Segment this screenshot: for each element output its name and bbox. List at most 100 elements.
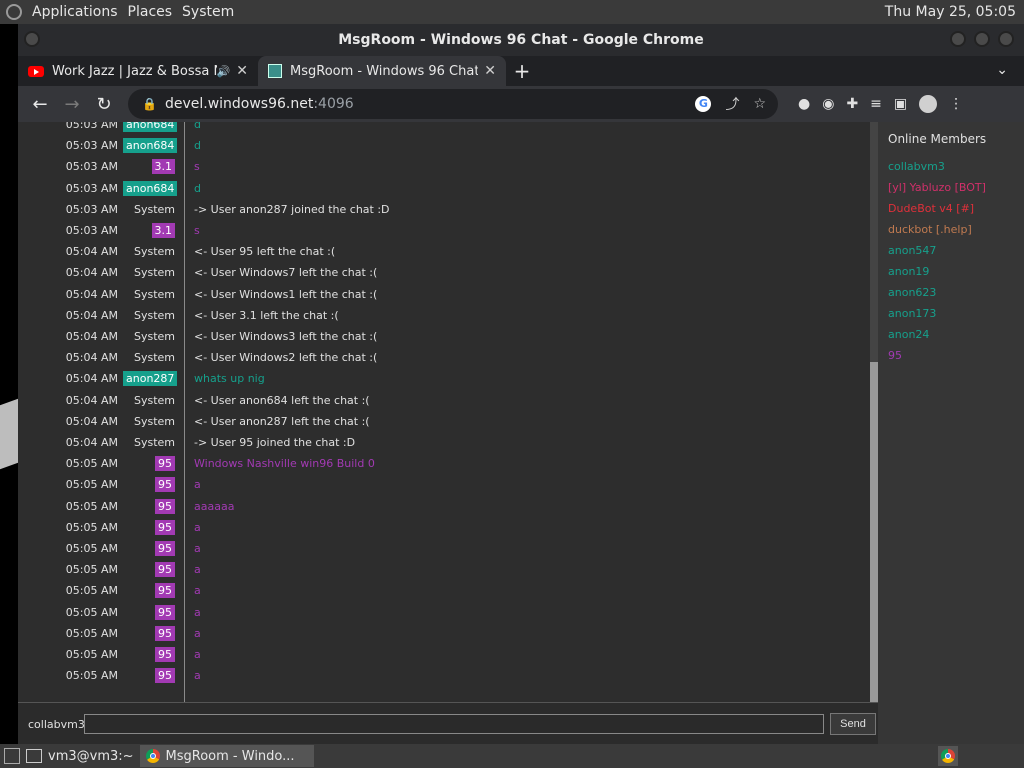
member-item[interactable]: [yl] Yabluzo [BOT] [878, 177, 1024, 198]
message-username[interactable]: System [134, 330, 175, 343]
desktop-menu-system[interactable]: System [182, 4, 234, 20]
side-panel-icon[interactable]: ▣ [894, 96, 907, 112]
window-menu-icon[interactable] [24, 31, 40, 47]
tab-close-icon[interactable]: ✕ [484, 63, 496, 79]
message-username[interactable]: System [134, 436, 175, 449]
message-time: 05:03 AM [65, 181, 118, 195]
message-username[interactable]: 95 [155, 477, 175, 493]
message-text: <- User Windows7 left the chat :( [194, 266, 378, 280]
message-username[interactable]: 95 [155, 456, 175, 472]
tab-search-chevron-icon[interactable]: ⌄ [996, 62, 1008, 78]
show-desktop-icon[interactable] [4, 748, 20, 764]
message-username[interactable]: System [134, 288, 175, 301]
message-username[interactable]: anon287 [123, 371, 178, 387]
mouse-extension-icon[interactable]: ● [798, 96, 810, 112]
member-item[interactable]: anon24 [878, 324, 1024, 345]
message-username[interactable]: System [134, 309, 175, 322]
member-item[interactable]: anon173 [878, 303, 1024, 324]
member-item[interactable]: DudeBot v4 [#] [878, 198, 1024, 219]
member-item[interactable]: collabvm3 [878, 156, 1024, 177]
chat-message: 05:04 AM anon287 whats up nig [18, 368, 870, 389]
message-text: a [194, 669, 201, 683]
message-text: s [194, 224, 200, 237]
gnome-foot-icon[interactable] [6, 4, 22, 20]
forward-arrow-icon[interactable]: → [56, 94, 88, 115]
chat-log[interactable]: 05:03 AM anon684 d 05:03 AM anon684 d 05:03 AM… [18, 122, 870, 702]
message-username[interactable]: 95 [155, 625, 175, 641]
desktop-clock[interactable]: Thu May 25, 05:05 [885, 4, 1016, 20]
tab-label: MsgRoom - Windows 96 Chat [290, 63, 479, 79]
google-lens-icon[interactable]: G [695, 96, 712, 112]
member-item[interactable]: duckbot [.help] [878, 219, 1024, 240]
message-username[interactable]: System [134, 245, 175, 258]
member-item[interactable]: 95 [878, 345, 1024, 366]
tab-work-jazz[interactable]: Work Jazz | Jazz & Bossa N 🔊 ✕ [18, 56, 258, 86]
chrome-icon [941, 749, 955, 763]
chat-scrollbar[interactable] [870, 122, 878, 702]
chat-message: 05:05 AM 95 a [18, 623, 870, 644]
window-titlebar[interactable]: MsgRoom - Windows 96 Chat - Google Chrom… [18, 24, 1024, 56]
send-button[interactable]: Send [830, 713, 876, 735]
message-username[interactable]: anon684 [123, 122, 178, 132]
circle-extension-icon[interactable]: ◉ [822, 96, 834, 112]
message-text: a [194, 520, 201, 534]
media-queue-icon[interactable]: ≡ [870, 96, 882, 112]
message-time: 05:05 AM [65, 626, 118, 640]
msgroom-page: 05:03 AM anon684 d 05:03 AM anon684 d 05:03 AM… [18, 122, 1024, 745]
profile-avatar-icon[interactable] [919, 95, 938, 113]
message-text: <- User Windows3 left the chat :( [194, 330, 378, 343]
reload-icon[interactable]: ↻ [88, 94, 120, 115]
kebab-menu-icon[interactable]: ⋮ [949, 96, 963, 112]
message-text: d [194, 139, 201, 153]
message-username[interactable]: System [134, 415, 175, 428]
desktop-menu-applications[interactable]: Applications [32, 4, 118, 20]
online-members-panel: Online Members collabvm3 [yl] Yabluzo [BO… [878, 122, 1024, 744]
message-username[interactable]: 3.1 [151, 159, 175, 175]
bookmark-star-icon[interactable]: ☆ [753, 96, 766, 112]
message-username[interactable]: 95 [155, 541, 175, 556]
message-username[interactable]: 95 [155, 647, 175, 662]
taskbar-item-terminal[interactable]: vm3@vm3:~ [20, 745, 140, 767]
message-username[interactable]: 3.1 [151, 223, 175, 238]
close-window-icon[interactable] [998, 31, 1014, 47]
message-username[interactable]: 95 [155, 604, 175, 620]
minimize-icon[interactable] [950, 31, 966, 47]
message-username[interactable]: 95 [155, 562, 175, 578]
chat-message: 05:03 AM 3.1 s [18, 156, 870, 177]
taskbar-item-chrome[interactable]: MsgRoom - Windo... [139, 745, 314, 767]
share-icon[interactable]: ⤴ [725, 94, 739, 114]
back-arrow-icon[interactable]: ← [24, 94, 56, 115]
desktop-menus: Applications Places System [22, 4, 234, 20]
tray-chrome-icon[interactable] [938, 746, 958, 766]
address-bar[interactable]: 🔒 devel.windows96.net:4096 G ⤴ ☆ [128, 89, 778, 119]
lock-icon[interactable]: 🔒 [142, 97, 157, 111]
scrollbar-thumb[interactable] [870, 362, 878, 702]
member-item[interactable]: anon623 [878, 282, 1024, 303]
message-username[interactable]: 95 [155, 583, 175, 599]
speaker-icon[interactable]: 🔊 [217, 65, 231, 78]
message-username[interactable]: System [134, 351, 175, 364]
message-username[interactable]: 95 [155, 668, 175, 684]
message-username[interactable]: System [134, 266, 175, 279]
message-username[interactable]: System [134, 394, 175, 407]
tab-msgroom[interactable]: MsgRoom - Windows 96 Chat ✕ [258, 56, 506, 86]
message-text: -> User anon287 joined the chat :D [194, 202, 390, 216]
message-username[interactable]: 95 [155, 498, 175, 514]
maximize-icon[interactable] [974, 31, 990, 47]
member-item[interactable]: anon19 [878, 261, 1024, 282]
desktop-menu-places[interactable]: Places [128, 4, 173, 20]
message-username[interactable]: anon684 [123, 138, 178, 154]
message-username[interactable]: anon684 [123, 180, 178, 196]
new-tab-button[interactable]: + [506, 56, 538, 86]
composer-username: collabvm3 [28, 717, 85, 731]
puzzle-extensions-icon[interactable]: ✚ [846, 96, 858, 112]
taskbar-item-label: vm3@vm3:~ [48, 748, 134, 764]
chat-message: 05:04 AM System <- User 3.1 left the chat … [18, 305, 870, 326]
message-input[interactable] [84, 714, 824, 734]
message-username[interactable]: System [134, 203, 175, 216]
message-username[interactable]: 95 [155, 519, 175, 535]
member-item[interactable]: anon547 [878, 240, 1024, 261]
message-text: a [194, 563, 201, 577]
message-text: aaaaaa [194, 499, 235, 513]
tab-close-icon[interactable]: ✕ [236, 63, 248, 79]
